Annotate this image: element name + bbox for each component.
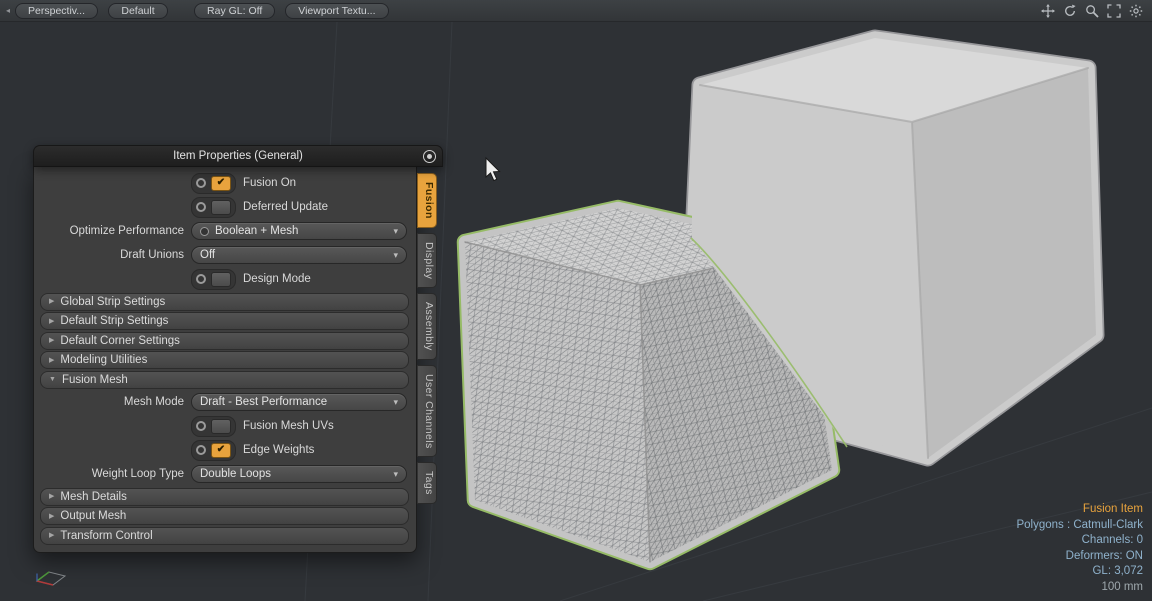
panel-content: ✔ Fusion On Deferred Update Optimize Per… bbox=[33, 167, 417, 553]
fusion-mesh-uvs-label: Fusion Mesh UVs bbox=[243, 420, 334, 432]
channel-indicator-icon[interactable] bbox=[196, 421, 206, 431]
collapsed-arrow-icon: ▶ bbox=[49, 298, 54, 305]
tab-fusion[interactable]: Fusion bbox=[417, 173, 437, 228]
optimize-performance-label: Optimize Performance bbox=[36, 225, 191, 237]
pan-icon[interactable] bbox=[1040, 3, 1055, 18]
optimize-performance-row: Optimize Performance Boolean + Mesh ▾ bbox=[36, 219, 413, 243]
weight-loop-type-label: Weight Loop Type bbox=[36, 468, 191, 480]
checkmark-icon: ✔ bbox=[217, 445, 225, 455]
optimize-performance-value: Boolean + Mesh bbox=[215, 225, 389, 237]
mesh-mode-label: Mesh Mode bbox=[36, 396, 191, 408]
rotate-view-icon[interactable] bbox=[1062, 3, 1077, 18]
design-mode-row: Design Mode bbox=[36, 267, 413, 291]
view-type-button[interactable]: Perspectiv... bbox=[15, 3, 98, 19]
toolbar-icon-group bbox=[1040, 3, 1146, 18]
expanded-arrow-icon: ▼ bbox=[49, 376, 56, 383]
tab-tags[interactable]: Tags bbox=[417, 462, 437, 504]
fusion-on-checkbox[interactable]: ✔ bbox=[191, 173, 236, 194]
fusion-on-label: Fusion On bbox=[243, 177, 296, 189]
deferred-update-row: Deferred Update bbox=[36, 195, 413, 219]
viewport-settings-gear-icon[interactable] bbox=[1128, 3, 1143, 18]
weight-loop-type-value: Double Loops bbox=[200, 468, 389, 480]
panel-tab-strip: Fusion Display Assembly User Channels Ta… bbox=[417, 167, 443, 504]
item-properties-panel: Item Properties (General) ✔ Fusion On De… bbox=[33, 145, 443, 553]
dropdown-arrow-icon: ▾ bbox=[393, 226, 398, 237]
draft-unions-value: Off bbox=[200, 249, 389, 261]
edge-weights-row: ✔ Edge Weights bbox=[36, 438, 413, 462]
panel-title-bar[interactable]: Item Properties (General) bbox=[33, 145, 443, 167]
dropdown-arrow-icon: ▾ bbox=[393, 250, 398, 261]
collapsed-arrow-icon: ▶ bbox=[49, 493, 54, 500]
channel-indicator-icon[interactable] bbox=[196, 202, 206, 212]
checkmark-icon: ✔ bbox=[217, 178, 225, 188]
deferred-update-checkbox[interactable] bbox=[191, 197, 236, 218]
fusion-mesh-uvs-row: Fusion Mesh UVs bbox=[36, 414, 413, 438]
channel-indicator-icon[interactable] bbox=[196, 445, 206, 455]
shading-style-button[interactable]: Default bbox=[108, 3, 168, 19]
deferred-update-label: Deferred Update bbox=[243, 201, 328, 213]
dropdown-arrow-icon: ▾ bbox=[393, 397, 398, 408]
viewport-texture-button[interactable]: Viewport Textu... bbox=[285, 3, 388, 19]
section-global-strip-settings[interactable]: ▶ Global Strip Settings bbox=[40, 293, 409, 311]
mesh-mode-row: Mesh Mode Draft - Best Performance ▾ bbox=[36, 390, 413, 414]
mesh-mode-dropdown[interactable]: Draft - Best Performance ▾ bbox=[191, 393, 407, 411]
zoom-icon[interactable] bbox=[1084, 3, 1099, 18]
toolbar-collapse-icon[interactable]: ◂ bbox=[6, 6, 10, 15]
collapsed-arrow-icon: ▶ bbox=[49, 357, 54, 364]
section-default-strip-settings[interactable]: ▶ Default Strip Settings bbox=[40, 312, 409, 330]
viewport-toolbar: ◂ Perspectiv... Default Ray GL: Off View… bbox=[0, 0, 1152, 22]
edge-weights-label: Edge Weights bbox=[243, 444, 314, 456]
channel-indicator-icon[interactable] bbox=[196, 274, 206, 284]
section-default-corner-settings[interactable]: ▶ Default Corner Settings bbox=[40, 332, 409, 350]
collapsed-arrow-icon: ▶ bbox=[49, 532, 54, 539]
raygl-button[interactable]: Ray GL: Off bbox=[194, 3, 275, 19]
maximize-viewport-icon[interactable] bbox=[1106, 3, 1121, 18]
tab-assembly[interactable]: Assembly bbox=[417, 293, 437, 360]
section-mesh-details[interactable]: ▶ Mesh Details bbox=[40, 488, 409, 506]
optimize-performance-dropdown[interactable]: Boolean + Mesh ▾ bbox=[191, 222, 407, 240]
weight-loop-type-dropdown[interactable]: Double Loops ▾ bbox=[191, 465, 407, 483]
draft-unions-dropdown[interactable]: Off ▾ bbox=[191, 246, 407, 264]
dropdown-arrow-icon: ▾ bbox=[393, 469, 398, 480]
draft-unions-row: Draft Unions Off ▾ bbox=[36, 243, 413, 267]
draft-unions-label: Draft Unions bbox=[36, 249, 191, 261]
fusion-on-row: ✔ Fusion On bbox=[36, 171, 413, 195]
panel-title: Item Properties (General) bbox=[173, 150, 303, 162]
tab-display[interactable]: Display bbox=[417, 233, 437, 288]
design-mode-label: Design Mode bbox=[243, 273, 311, 285]
section-transform-control[interactable]: ▶ Transform Control bbox=[40, 527, 409, 545]
collapsed-arrow-icon: ▶ bbox=[49, 337, 54, 344]
fusion-mesh-uvs-checkbox[interactable] bbox=[191, 416, 236, 437]
section-fusion-mesh[interactable]: ▼ Fusion Mesh bbox=[40, 371, 409, 389]
mesh-mode-value: Draft - Best Performance bbox=[200, 396, 389, 408]
section-modeling-utilities[interactable]: ▶ Modeling Utilities bbox=[40, 351, 409, 369]
section-output-mesh[interactable]: ▶ Output Mesh bbox=[40, 507, 409, 525]
channel-indicator-icon bbox=[200, 227, 209, 236]
weight-loop-type-row: Weight Loop Type Double Loops ▾ bbox=[36, 462, 413, 486]
edge-weights-checkbox[interactable]: ✔ bbox=[191, 440, 236, 461]
tab-user-channels[interactable]: User Channels bbox=[417, 365, 437, 458]
channel-indicator-icon[interactable] bbox=[196, 178, 206, 188]
design-mode-checkbox[interactable] bbox=[191, 269, 236, 290]
collapsed-arrow-icon: ▶ bbox=[49, 513, 54, 520]
target-icon[interactable] bbox=[423, 150, 436, 163]
collapsed-arrow-icon: ▶ bbox=[49, 318, 54, 325]
